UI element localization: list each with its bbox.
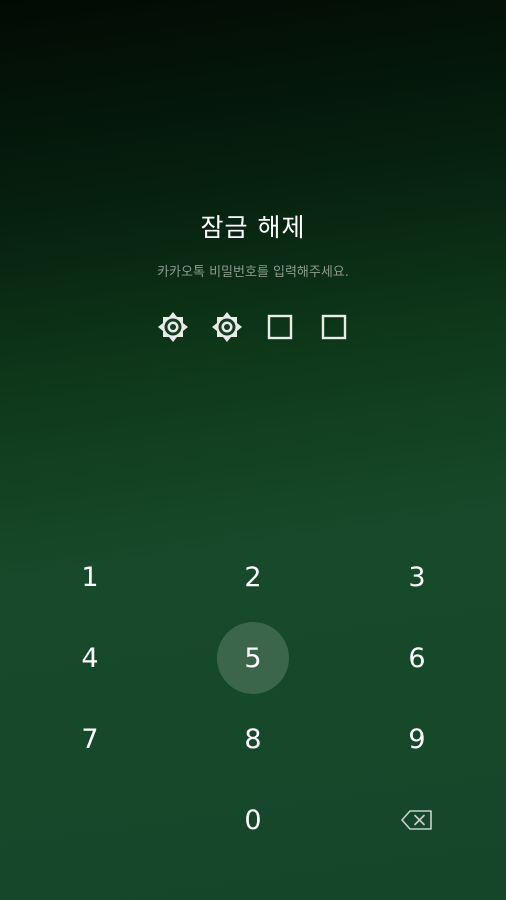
key-5[interactable]: 5 [217, 622, 289, 694]
backspace-icon [401, 810, 433, 830]
key-2[interactable]: 2 [217, 541, 289, 613]
pin-empty-icon [262, 309, 298, 345]
key-7[interactable]: 7 [54, 703, 126, 775]
key-6[interactable]: 6 [381, 622, 453, 694]
pin-filled-icon [209, 309, 245, 345]
key-9[interactable]: 9 [381, 703, 453, 775]
key-3[interactable]: 3 [381, 541, 453, 613]
key-1[interactable]: 1 [54, 541, 126, 613]
page-title: 잠금 해제 [200, 213, 306, 242]
pin-filled-icon [155, 309, 191, 345]
key-8[interactable]: 8 [217, 703, 289, 775]
page-subtitle: 카카오톡 비밀번호를 입력해주세요. [157, 265, 349, 280]
pin-empty-icon [316, 309, 352, 345]
backspace-button[interactable] [381, 784, 453, 856]
key-0[interactable]: 0 [217, 784, 289, 856]
pin-indicator [0, 309, 506, 345]
number-keypad: 1 2 3 4 5 6 7 8 9 0 [0, 536, 506, 862]
key-4[interactable]: 4 [54, 622, 126, 694]
